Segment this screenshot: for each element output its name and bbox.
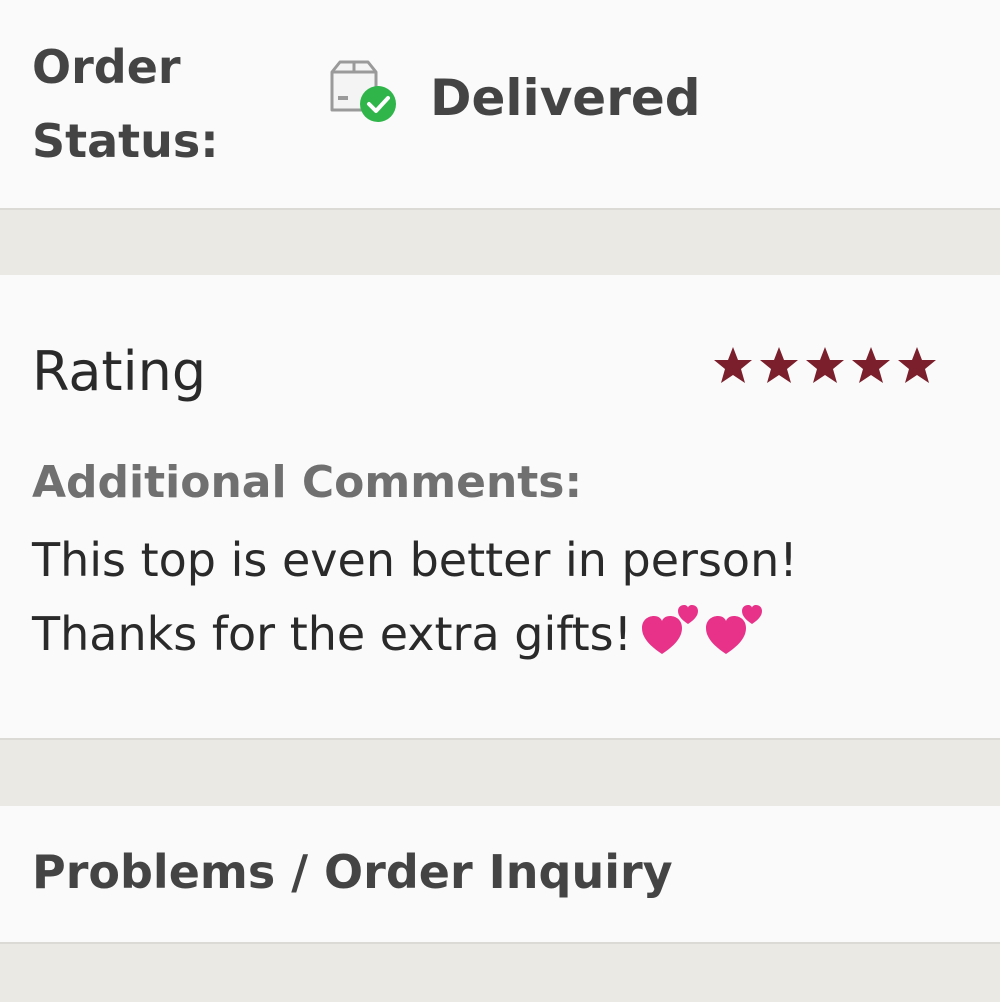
rating-card: Rating Additional Comments: This top is …	[0, 275, 1000, 738]
order-status-card: Order Status: Delivered	[0, 0, 1000, 208]
star-icon	[852, 347, 890, 383]
comment-text-block: This top is even better in person! Thanks…	[32, 523, 982, 679]
star-icon	[898, 347, 936, 383]
problems-order-inquiry-link[interactable]: Problems / Order Inquiry	[32, 840, 673, 904]
additional-comments-label: Additional Comments:	[32, 457, 583, 508]
problems-order-inquiry-row[interactable]: Problems / Order Inquiry	[0, 806, 1000, 942]
order-status-label-line: Status:	[32, 114, 219, 168]
order-status-value: Delivered	[430, 69, 701, 127]
order-status-label: Order Status:	[32, 30, 262, 178]
order-status-label-line: Order	[32, 40, 181, 94]
section-divider	[0, 208, 1000, 275]
two-hearts-icon	[640, 602, 768, 679]
comment-line: This top is even better in person!	[32, 533, 798, 587]
section-divider	[0, 942, 1000, 1002]
star-rating	[712, 345, 938, 385]
package-delivered-icon	[330, 60, 396, 122]
two-hearts-icon	[642, 605, 699, 654]
comment-line: Thanks for the extra gifts!	[32, 607, 633, 661]
star-icon	[714, 347, 752, 383]
two-hearts-icon	[706, 605, 763, 654]
comment-text: This top is even better in person! Thanks…	[32, 523, 982, 661]
star-icon	[760, 347, 798, 383]
star-icon	[806, 347, 844, 383]
rating-label: Rating	[32, 340, 207, 403]
section-divider	[0, 738, 1000, 806]
